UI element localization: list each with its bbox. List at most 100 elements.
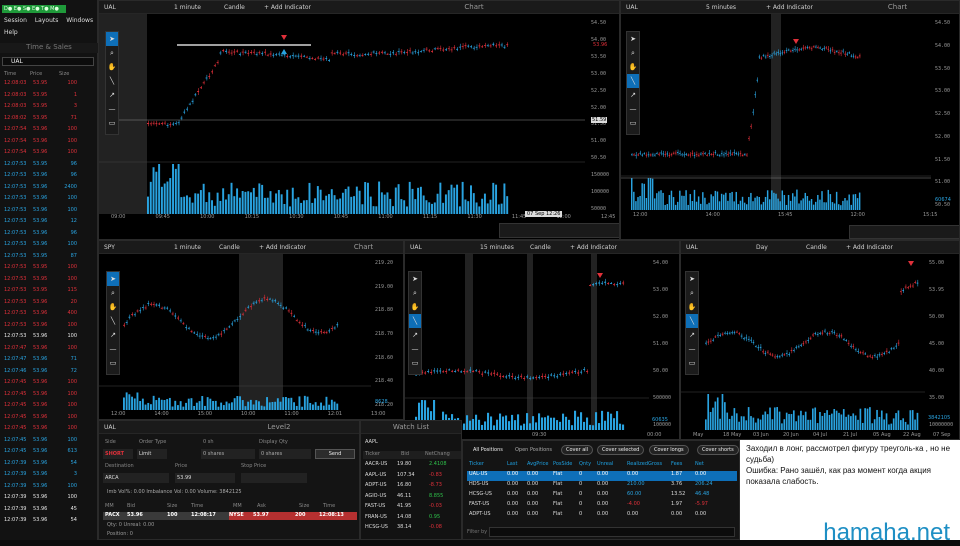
symbol-field[interactable]: UAL (621, 4, 701, 11)
position-row[interactable]: HDS-US 0.00 0.00 Flat 0 0.00 210.00 3.76 206.24 (467, 481, 737, 491)
position-row[interactable]: FAST-US 0.00 0.00 Flat 0 0.00 -4.00 1.97 -5.97 (467, 501, 737, 511)
arrow-icon[interactable]: ↗ (107, 328, 119, 342)
rect-icon[interactable]: ▭ (107, 356, 119, 370)
cover-longs-button[interactable]: Cover longs (649, 445, 689, 455)
destination-select[interactable]: ARCA (103, 473, 169, 483)
stop-price-input[interactable] (241, 473, 307, 483)
rect-icon[interactable]: ▭ (409, 356, 421, 370)
cursor-icon[interactable]: ➤ (686, 272, 698, 286)
scroll-navigator[interactable] (849, 225, 959, 239)
watch-row[interactable]: FAST-US 41.95 -0.03 (363, 503, 461, 514)
menu-windows[interactable]: Windows (66, 17, 93, 24)
cursor-icon[interactable]: ➤ (409, 272, 421, 286)
interval-select[interactable]: 15 minutes (475, 244, 525, 251)
arrow-icon[interactable]: ↗ (686, 328, 698, 342)
cover-selected-button[interactable]: Cover selected (597, 445, 645, 455)
ask-row[interactable]: NYSE 53.97 200 12:08:13 (229, 512, 357, 520)
hand-icon[interactable]: ✋ (409, 300, 421, 314)
watch-row[interactable]: FRAN-US 14.08 0.95 (363, 514, 461, 525)
send-button[interactable]: Send (315, 449, 355, 459)
line-icon[interactable]: ╲ (627, 74, 639, 88)
type-select[interactable]: Candle (801, 244, 841, 251)
chart-plot[interactable] (99, 14, 585, 214)
hline-icon[interactable]: — (409, 342, 421, 356)
tab-open-positions[interactable]: Open Positions (515, 447, 552, 453)
interval-select[interactable]: 1 minute (169, 244, 214, 251)
scroll-navigator[interactable] (499, 223, 619, 238)
line-icon[interactable]: ╲ (409, 314, 421, 328)
rect-icon[interactable]: ▭ (106, 116, 118, 130)
hand-icon[interactable]: ✋ (106, 60, 118, 74)
watch-symbol[interactable]: AAPL (365, 439, 378, 445)
cursor-icon[interactable]: ➤ (627, 32, 639, 46)
type-select[interactable]: Candle (214, 244, 254, 251)
arrow-icon[interactable]: ↗ (106, 88, 118, 102)
symbol-field[interactable]: UAL (99, 4, 169, 11)
interval-select[interactable]: 1 minute (169, 4, 219, 11)
display-qty-input[interactable]: 0 shares (259, 449, 311, 459)
type-select[interactable]: Candle (525, 244, 565, 251)
cursor-icon[interactable]: ➤ (106, 32, 118, 46)
menu-layouts[interactable]: Layouts (35, 17, 59, 24)
zoom-icon[interactable]: ⌕ (409, 286, 421, 300)
hline-icon[interactable]: — (107, 342, 119, 356)
hand-icon[interactable]: ✋ (627, 60, 639, 74)
symbol-field[interactable]: UAL (405, 244, 475, 251)
candle (419, 51, 422, 53)
hand-icon[interactable]: ✋ (107, 300, 119, 314)
interval-select[interactable]: Day (751, 244, 801, 251)
watch-row[interactable]: ADPT-US 16.80 -8.73 (363, 482, 461, 493)
position-row[interactable]: UAL-US 0.00 0.00 Flat 0 0.00 0.00 1.87 0.00 (467, 471, 737, 481)
watch-row[interactable]: HCSG-US 38.14 -0.08 (363, 524, 461, 535)
type-select[interactable]: Candle (219, 4, 259, 11)
symbol-field[interactable]: UAL (681, 244, 751, 251)
hline-icon[interactable]: — (106, 102, 118, 116)
arrow-icon[interactable]: ↗ (627, 88, 639, 102)
qty-input[interactable]: 0 shares (201, 449, 255, 459)
chart-plot[interactable] (621, 14, 931, 210)
add-indicator-button[interactable]: + Add Indicator (841, 244, 898, 251)
x-axis: May 18 May 03 Jun 20 Jun 04 Jul 21 Jul 05 Aug 2… (681, 432, 959, 439)
ordertype-select[interactable]: Limit (137, 449, 167, 459)
chart-plot[interactable] (405, 254, 649, 430)
rect-icon[interactable]: ▭ (686, 356, 698, 370)
filter-input[interactable] (489, 527, 735, 537)
cover-all-button[interactable]: Cover all (561, 445, 594, 455)
bid-row[interactable]: PACX 53.96 100 12:08:17 (103, 512, 229, 520)
watch-row[interactable]: AAPL-US 107.34 -0.83 (363, 472, 461, 483)
add-indicator-button[interactable]: + Add Indicator (761, 4, 836, 11)
zoom-icon[interactable]: ⌕ (686, 286, 698, 300)
zoom-icon[interactable]: ⌕ (106, 46, 118, 60)
chart-plot[interactable] (681, 254, 925, 430)
cursor-icon[interactable]: ➤ (107, 272, 119, 286)
hline-icon[interactable]: — (627, 102, 639, 116)
cover-shorts-button[interactable]: Cover shorts (697, 445, 739, 455)
hand-icon[interactable]: ✋ (686, 300, 698, 314)
zoom-icon[interactable]: ⌕ (107, 286, 119, 300)
add-indicator-button[interactable]: + Add Indicator (254, 244, 324, 251)
position-row[interactable]: ADPT-US 0.00 0.00 Flat 0 0.00 0.00 0.00 0.00 (467, 511, 737, 521)
chart-plot[interactable] (99, 254, 371, 410)
tab-all-positions[interactable]: All Positions (473, 447, 503, 453)
watch-row[interactable]: AACR-US 19.80 2.4108 (363, 461, 461, 472)
arrow-icon[interactable]: ↗ (409, 328, 421, 342)
line-icon[interactable]: ╲ (106, 74, 118, 88)
menu-help[interactable]: Help (4, 29, 96, 36)
watch-row[interactable]: AGIO-US 46.11 8.855 (363, 493, 461, 504)
interval-select[interactable]: 5 minutes (701, 4, 761, 11)
add-indicator-button[interactable]: + Add Indicator (259, 4, 329, 11)
side-select[interactable]: SHORT (103, 449, 133, 459)
zoom-icon[interactable]: ⌕ (627, 46, 639, 60)
rect-icon[interactable]: ▭ (627, 116, 639, 130)
tns-symbol-input[interactable]: UAL (2, 57, 94, 66)
position-row[interactable]: HCSG-US 0.00 0.00 Flat 0 0.00 60.00 13.52 46.48 (467, 491, 737, 501)
volume-bar (417, 187, 420, 214)
level2-symbol[interactable]: UAL (99, 424, 199, 431)
add-indicator-button[interactable]: + Add Indicator (565, 244, 622, 251)
line-icon[interactable]: ╲ (107, 314, 119, 328)
line-icon[interactable]: ╲ (686, 314, 698, 328)
menu-session[interactable]: Session (4, 17, 27, 24)
hline-icon[interactable]: — (686, 342, 698, 356)
price-input[interactable]: 53.99 (175, 473, 235, 483)
symbol-field[interactable]: SPY (99, 244, 169, 251)
